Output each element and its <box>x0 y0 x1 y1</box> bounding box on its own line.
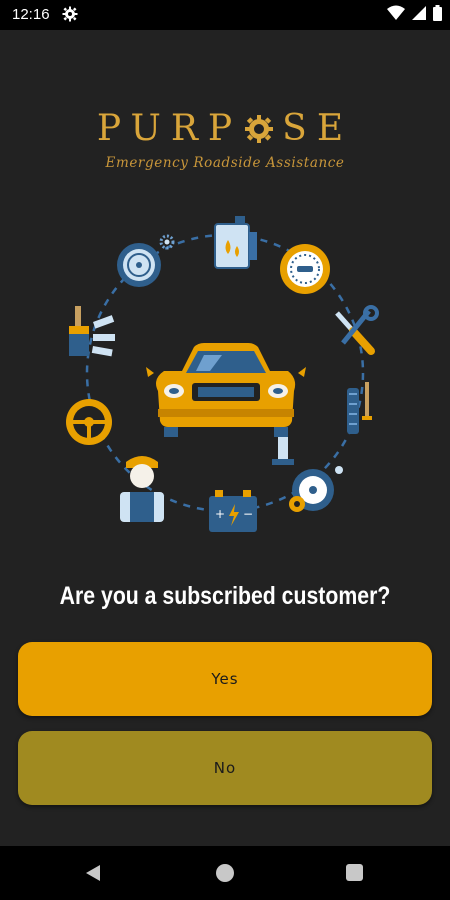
subscription-question: Are you a subscribed customer? <box>59 582 391 610</box>
app-logo: PURP SE Emergency Roadside Assistance <box>0 108 450 171</box>
brand-name-part: PURP <box>96 108 243 149</box>
yes-button-label: Yes <box>211 670 239 688</box>
svg-text:+: + <box>215 507 225 521</box>
mechanic-icon <box>120 456 164 522</box>
no-button[interactable]: No <box>18 731 432 805</box>
paint-brush-icon <box>69 306 115 357</box>
signal-icon <box>412 6 426 20</box>
tools-icon <box>335 305 379 355</box>
steering-wheel-icon <box>66 399 112 445</box>
roadside-illustration: + − <box>66 216 379 532</box>
brand-name-part: SE <box>282 108 354 149</box>
status-bar: 12:16 <box>0 0 450 30</box>
car-battery-icon: + − <box>209 490 257 532</box>
svg-text:−: − <box>243 507 253 521</box>
brand-name: PURP SE <box>97 108 353 149</box>
home-icon[interactable] <box>216 864 234 882</box>
settings-icon <box>62 6 78 22</box>
no-button-label: No <box>213 759 237 777</box>
battery-icon <box>433 5 442 21</box>
status-time: 12:16 <box>12 6 50 23</box>
back-icon[interactable] <box>84 864 102 882</box>
speedometer-icon <box>280 244 330 294</box>
yes-button[interactable]: Yes <box>18 642 432 716</box>
wifi-icon <box>387 5 405 20</box>
navigation-bar <box>0 846 450 900</box>
brand-tagline: Emergency Roadside Assistance <box>105 155 345 171</box>
gear-o-icon <box>245 114 274 143</box>
small-gear-icon <box>159 234 175 250</box>
status-icons <box>387 5 442 21</box>
car-icon <box>146 343 306 465</box>
wheel-icon <box>117 243 161 287</box>
recents-icon[interactable] <box>346 864 363 881</box>
tire-jack-icon <box>347 382 372 434</box>
fuel-can-icon <box>214 216 257 269</box>
tire-icon <box>289 466 343 512</box>
